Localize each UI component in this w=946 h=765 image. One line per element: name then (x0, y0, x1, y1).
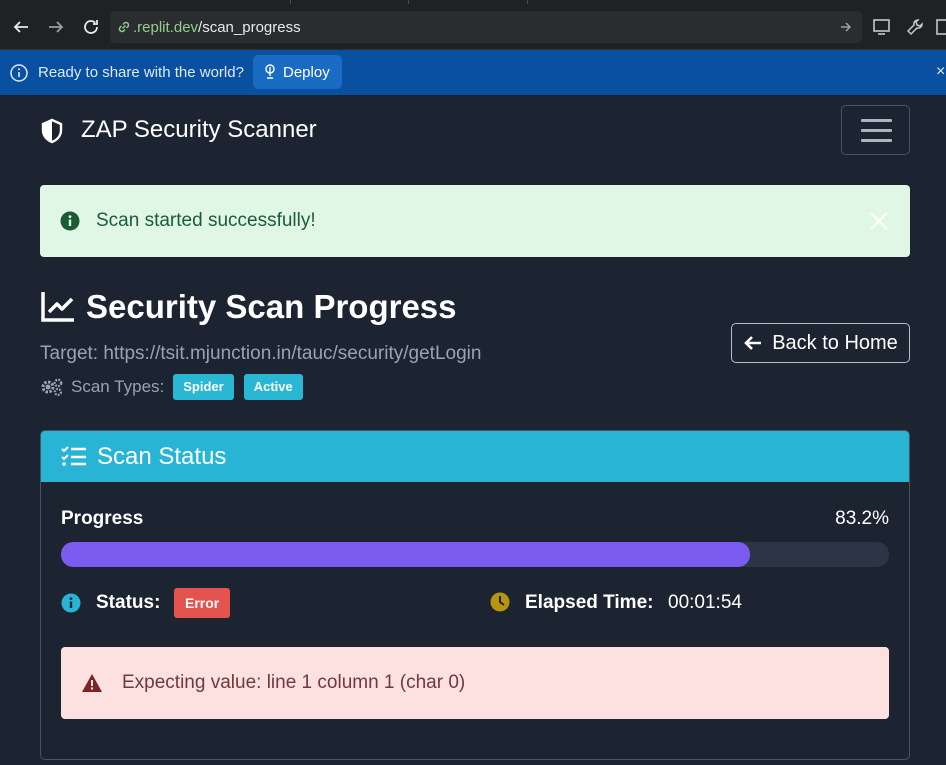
scan-status-card: Scan Status Progress 83.2% Status: Error… (40, 430, 910, 760)
status-info-icon (61, 593, 81, 613)
deploy-message: Ready to share with the world? (38, 64, 244, 81)
elapsed-time-label: Elapsed Time: (525, 592, 654, 613)
hamburger-line (861, 139, 892, 142)
chart-line-icon (41, 292, 74, 322)
info-outline-icon (10, 64, 28, 82)
warning-triangle-icon (82, 674, 102, 692)
shield-halved-icon (41, 118, 63, 144)
scan-types-label: Scan Types: (71, 377, 165, 396)
gears-icon (41, 378, 63, 397)
error-message: Expecting value: line 1 column 1 (char 0… (122, 672, 466, 693)
navbar-toggler[interactable] (841, 105, 910, 155)
hamburger-line (861, 129, 892, 132)
progress-bar (61, 542, 889, 567)
card-title: Scan Status (97, 443, 227, 470)
go-arrow-icon[interactable] (838, 19, 854, 35)
url-text: .replit.dev/scan_progress (133, 19, 301, 36)
back-to-home-label: Back to Home (772, 331, 898, 354)
scan-type-badge-active: Active (243, 374, 303, 400)
cast-screen-icon[interactable] (872, 17, 892, 37)
arrow-left-icon (744, 336, 762, 350)
deploy-button-label: Deploy (283, 63, 330, 81)
progress-label: Progress (61, 508, 144, 529)
clock-icon (490, 592, 510, 612)
url-path: /scan_progress (198, 19, 301, 36)
card-header: Scan Status (41, 431, 909, 482)
page-title: Security Scan Progress (86, 288, 457, 325)
forward-arrow-icon[interactable] (44, 15, 68, 39)
success-message: Scan started successfully! (96, 210, 316, 231)
status-label: Status: (96, 592, 161, 613)
deploy-button[interactable]: Deploy (253, 55, 342, 89)
scan-types: Scan Types: Spider Active (40, 374, 313, 400)
scan-type-badge-spider: Spider (173, 374, 234, 400)
error-alert: Expecting value: line 1 column 1 (char 0… (61, 647, 889, 719)
progress-value: 83.2% (835, 508, 889, 529)
browser-toolbar: .replit.dev/scan_progress (0, 0, 946, 50)
url-domain: .replit.dev (133, 19, 199, 36)
status-badge: Error (174, 588, 231, 618)
close-icon[interactable] (868, 210, 890, 232)
scan-target: Target: https://tsit.mjunction.in/tauc/s… (40, 343, 482, 364)
tab-strip (0, 0, 946, 4)
list-check-icon (61, 446, 86, 466)
brand-title[interactable]: ZAP Security Scanner (81, 116, 317, 144)
back-arrow-icon[interactable] (9, 15, 33, 39)
window-icon[interactable] (935, 17, 946, 37)
close-banner-button[interactable]: × (936, 63, 945, 81)
deploy-icon (265, 64, 275, 79)
progress-bar-fill (61, 542, 750, 567)
elapsed-time-value: 00:01:54 (668, 592, 742, 613)
deploy-banner: Ready to share with the world? Deploy (0, 50, 946, 95)
hamburger-icon (861, 119, 892, 122)
back-to-home-button[interactable]: Back to Home (731, 323, 910, 363)
success-alert: Scan started successfully! (40, 185, 910, 257)
info-circle-icon (60, 211, 80, 231)
wrench-icon[interactable] (905, 17, 925, 37)
link-icon (118, 21, 130, 33)
address-bar[interactable]: .replit.dev/scan_progress (110, 11, 862, 43)
reload-icon[interactable] (79, 15, 103, 39)
